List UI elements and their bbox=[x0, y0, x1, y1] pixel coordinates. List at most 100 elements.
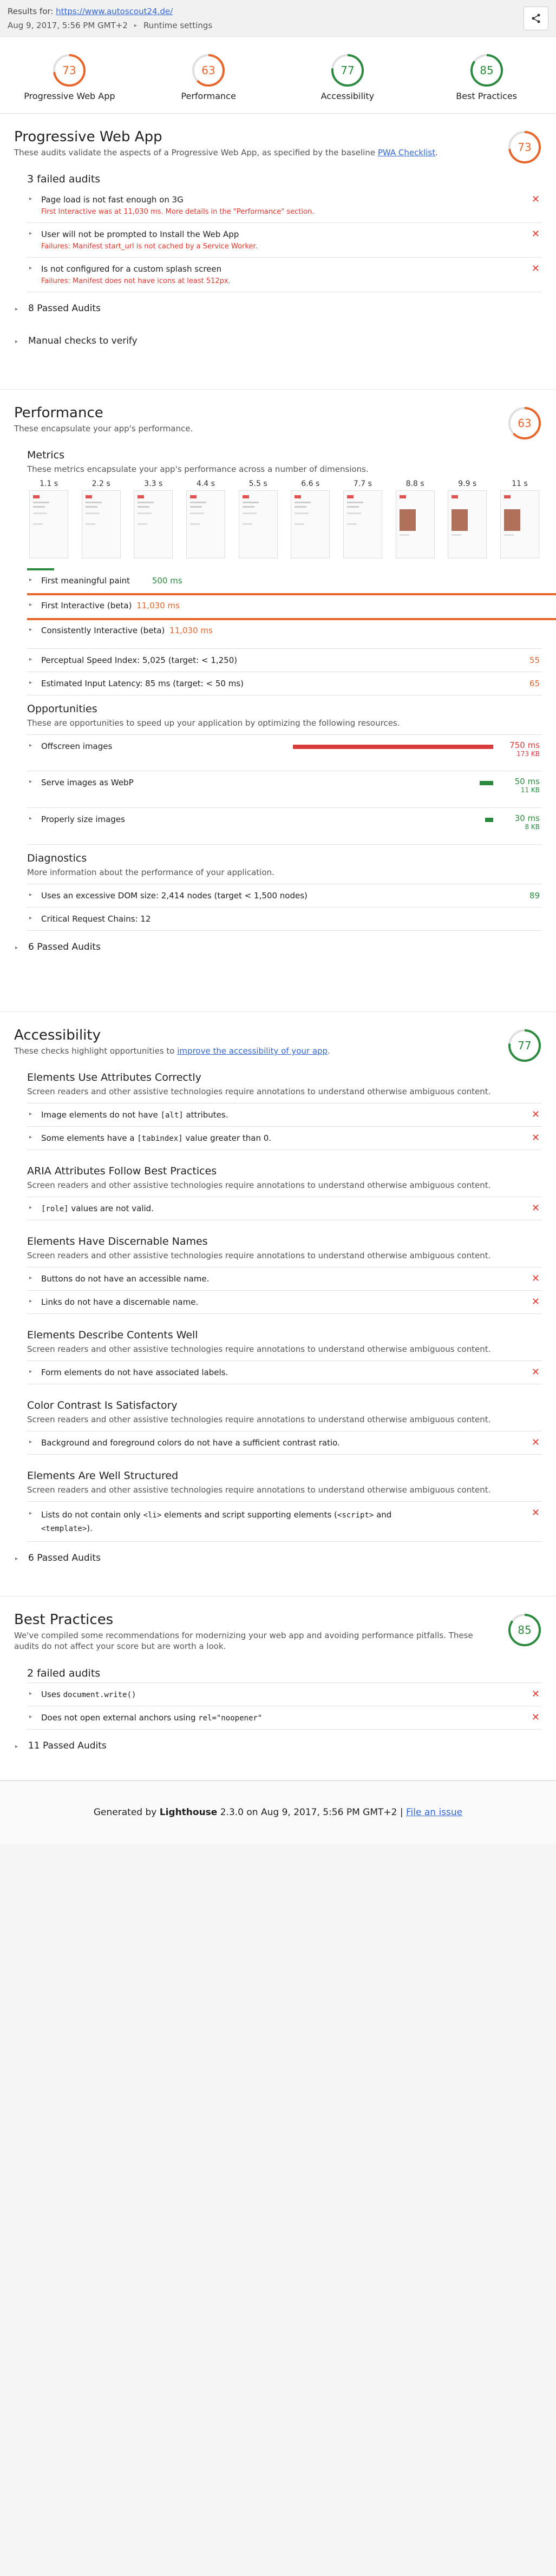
runtime-chevron-icon[interactable]: ▸ bbox=[134, 23, 137, 29]
frame-time: 2.2 s bbox=[91, 479, 110, 489]
filmstrip-frame: 6.6 s bbox=[289, 479, 332, 559]
file-issue-link[interactable]: File an issue bbox=[406, 1807, 462, 1818]
audit-code: document.write() bbox=[63, 1690, 136, 1699]
chevron-right-icon: ▸ bbox=[29, 656, 32, 663]
a11y-group-desc: Screen readers and other assistive techn… bbox=[27, 1180, 491, 1191]
audit-title: Does not open external anchors using rel… bbox=[41, 1713, 520, 1723]
frame-thumbnail bbox=[186, 490, 225, 559]
gauge-best-practices[interactable]: 85 Best Practices bbox=[438, 53, 535, 101]
metric-label: First meaningful paint bbox=[41, 576, 130, 586]
filmstrip-frame: 8.8 s bbox=[394, 479, 437, 559]
a11y-group-title: Elements Describe Contents Well bbox=[27, 1329, 198, 1342]
audit-installable[interactable]: ▸ User will not be prompted to Install t… bbox=[27, 223, 542, 258]
performance-gauge-ring: 63 bbox=[192, 54, 225, 87]
audit-estimated-input-latency[interactable]: ▸ Estimated Input Latency: 85 ms (target… bbox=[27, 672, 542, 696]
gauge-performance[interactable]: 63 Performance bbox=[160, 53, 257, 101]
audit-link-name[interactable]: ▸ Links do not have a discernable name. … bbox=[27, 1291, 542, 1315]
fail-x-icon: ✕ bbox=[531, 1688, 540, 1700]
chevron-right-icon: ▸ bbox=[29, 602, 32, 608]
opp-webp-images[interactable]: ▸ Serve images as WebP 50 ms 11 KB bbox=[27, 771, 542, 809]
best-practices-score-gauge: 85 bbox=[508, 1614, 541, 1646]
pwa-score-gauge: 73 bbox=[508, 131, 541, 163]
audit-dom-size[interactable]: ▸ Uses an excessive DOM size: 2,414 node… bbox=[27, 884, 542, 908]
a11y-group-title: Elements Have Discernable Names bbox=[27, 1236, 208, 1248]
audit-document-write[interactable]: ▸ Uses document.write() ✕ bbox=[27, 1682, 542, 1706]
bp-passed-toggle[interactable]: ▸ 11 Passed Audits bbox=[14, 1737, 542, 1754]
audit-image-alt[interactable]: ▸ Image elements do not have [alt] attri… bbox=[27, 1103, 542, 1127]
audit-aria-roles[interactable]: ▸ [role] values are not valid. ✕ bbox=[27, 1197, 542, 1221]
audit-load-fast-3g[interactable]: ▸ Page load is not fast enough on 3G Fir… bbox=[27, 188, 542, 224]
audit-failure: Failures: Manifest start_url is not cach… bbox=[41, 242, 258, 251]
audit-title: Form elements do not have associated lab… bbox=[41, 1368, 228, 1378]
audit-text: value greater than 0. bbox=[182, 1133, 272, 1144]
audit-title: Uses document.write() bbox=[41, 1690, 520, 1699]
a11y-improve-link[interactable]: improve the accessibility of your app bbox=[177, 1046, 328, 1056]
pwa-passed-toggle[interactable]: ▸ 8 Passed Audits bbox=[14, 300, 542, 317]
metric-bar bbox=[27, 568, 54, 571]
a11y-desc-text: These checks highlight opportunities to bbox=[14, 1046, 175, 1056]
audit-list-structure[interactable]: ▸ Lists do not contain only <li> element… bbox=[27, 1501, 542, 1542]
audit-code: [alt] bbox=[160, 1111, 184, 1120]
audit-title: Critical Request Chains: 12 bbox=[41, 914, 151, 924]
audit-color-contrast[interactable]: ▸ Background and foreground colors do no… bbox=[27, 1431, 542, 1455]
audit-splash-screen[interactable]: ▸ Is not configured for a custom splash … bbox=[27, 258, 542, 293]
frame-thumbnail bbox=[29, 490, 68, 559]
chevron-right-icon: ▸ bbox=[15, 339, 18, 345]
pwa-gauge-ring: 73 bbox=[53, 54, 86, 87]
opp-offscreen-images[interactable]: ▸ Offscreen images 750 ms 173 KB bbox=[27, 734, 542, 772]
chevron-right-icon: ▸ bbox=[29, 779, 32, 785]
diagnostics-title: Diagnostics bbox=[27, 852, 87, 865]
gauge-pwa[interactable]: 73 Progressive Web App bbox=[21, 53, 118, 101]
share-button[interactable] bbox=[524, 6, 548, 30]
frame-thumbnail bbox=[343, 490, 382, 559]
chevron-right-icon: ▸ bbox=[29, 1439, 32, 1445]
pwa-manual-toggle[interactable]: ▸ Manual checks to verify bbox=[14, 332, 542, 350]
metric-consistently-interactive[interactable]: ▸ Consistently Interactive (beta) 11,030… bbox=[27, 618, 556, 643]
audit-form-labels[interactable]: ▸ Form elements do not have associated l… bbox=[27, 1361, 542, 1385]
a11y-group-title: Color Contrast Is Satisfactory bbox=[27, 1399, 178, 1412]
pwa-checklist-link[interactable]: PWA Checklist bbox=[378, 148, 435, 157]
metrics-description: These metrics encapsulate your app's per… bbox=[27, 464, 369, 475]
audit-perceptual-speed-index[interactable]: ▸ Perceptual Speed Index: 5,025 (target:… bbox=[27, 648, 542, 673]
gauge-label: Accessibility bbox=[320, 91, 375, 101]
report-footer: Generated by Lighthouse 2.3.0 on Aug 9, … bbox=[0, 1780, 556, 1844]
audit-button-name[interactable]: ▸ Buttons do not have an accessible name… bbox=[27, 1267, 542, 1291]
chevron-right-icon: ▸ bbox=[29, 627, 32, 633]
chevron-right-icon: ▸ bbox=[15, 1743, 18, 1750]
opp-values: 750 ms 173 KB bbox=[509, 740, 540, 758]
passed-label: 8 Passed Audits bbox=[28, 303, 101, 314]
a11y-desc-end: . bbox=[328, 1046, 330, 1056]
opp-values: 30 ms 8 KB bbox=[515, 813, 540, 831]
audit-title: Uses an excessive DOM size: 2,414 nodes … bbox=[41, 891, 308, 901]
accessibility-score-gauge: 77 bbox=[508, 1029, 541, 1062]
manual-label: Manual checks to verify bbox=[28, 336, 138, 347]
results-for-label: Results for: bbox=[8, 6, 54, 16]
metrics-title: Metrics bbox=[27, 449, 64, 462]
gauge-accessibility[interactable]: 77 Accessibility bbox=[299, 53, 396, 101]
opp-time: 50 ms bbox=[514, 777, 540, 787]
opportunities-description: These are opportunities to speed up your… bbox=[27, 718, 400, 728]
audit-tabindex[interactable]: ▸ Some elements have a [tabindex] value … bbox=[27, 1127, 542, 1151]
a11y-group-desc: Screen readers and other assistive techn… bbox=[27, 1415, 491, 1425]
a11y-passed-toggle[interactable]: ▸ 6 Passed Audits bbox=[14, 1549, 542, 1567]
a11y-group-desc: Screen readers and other assistive techn… bbox=[27, 1344, 491, 1355]
pwa-description: These audits validate the aspects of a P… bbox=[14, 147, 490, 158]
tested-url-link[interactable]: https://www.autoscout24.de/ bbox=[56, 6, 173, 16]
audit-noopener[interactable]: ▸ Does not open external anchors using r… bbox=[27, 1706, 542, 1730]
chevron-right-icon: ▸ bbox=[29, 1134, 32, 1141]
perf-passed-toggle[interactable]: ▸ 6 Passed Audits bbox=[14, 938, 542, 956]
opp-properly-size-images[interactable]: ▸ Properly size images 30 ms 8 KB bbox=[27, 808, 542, 845]
performance-section: Performance These encapsulate your app's… bbox=[0, 390, 556, 1012]
fail-x-icon: ✕ bbox=[531, 228, 540, 240]
results-for: Results for: https://www.autoscout24.de/ bbox=[8, 6, 548, 16]
chevron-right-icon: ▸ bbox=[29, 1111, 32, 1118]
metric-first-interactive[interactable]: ▸ First Interactive (beta) 11,030 ms bbox=[27, 593, 556, 618]
opp-size: 8 KB bbox=[525, 823, 540, 831]
a11y-group-title: ARIA Attributes Follow Best Practices bbox=[27, 1165, 217, 1178]
audit-title: Estimated Input Latency: 85 ms (target: … bbox=[41, 679, 244, 689]
audit-critical-request-chains[interactable]: ▸ Critical Request Chains: 12 bbox=[27, 908, 542, 931]
metric-first-meaningful-paint[interactable]: ▸ First meaningful paint 500 ms bbox=[27, 568, 556, 593]
runtime-settings-toggle[interactable]: Runtime settings bbox=[143, 21, 212, 30]
bp-title: Best Practices bbox=[14, 1612, 114, 1628]
chevron-right-icon: ▸ bbox=[29, 1205, 32, 1211]
